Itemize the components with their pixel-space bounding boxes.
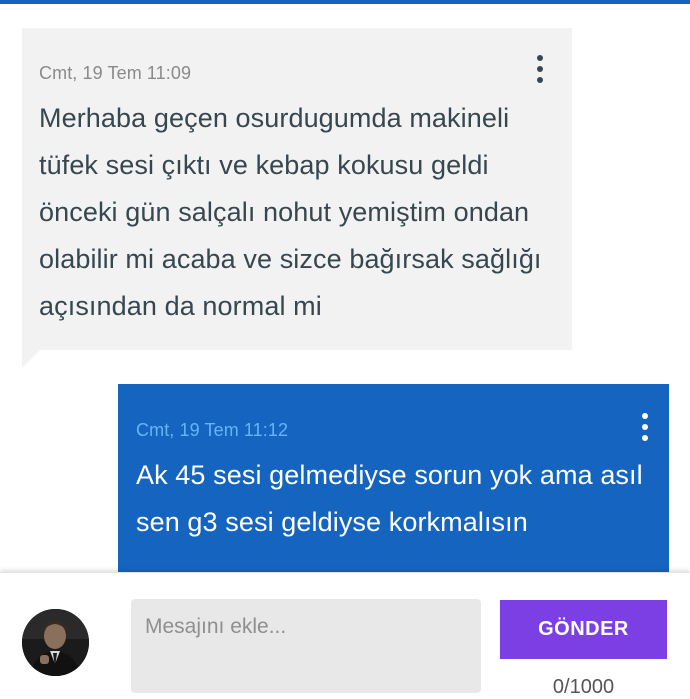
message-composer: GÖNDER 0/1000 <box>0 572 690 698</box>
character-counter: 0/1000 <box>552 676 615 698</box>
more-vertical-icon[interactable] <box>528 52 552 86</box>
message-text: Merhaba geçen osurdugumda makineli tüfek… <box>39 103 542 321</box>
avatar[interactable] <box>22 609 89 676</box>
more-vertical-icon[interactable] <box>633 410 657 444</box>
message-timestamp: Cmt, 19 Tem 11:09 <box>39 63 192 83</box>
top-accent-bar <box>0 0 690 4</box>
message-timestamp: Cmt, 19 Tem 11:12 <box>136 420 289 440</box>
sent-message-bubble: Cmt, 19 Tem 11:12 Ak 45 sesi gelmediyse … <box>118 384 669 584</box>
bubble-tail <box>22 350 40 368</box>
avatar-image <box>22 609 89 676</box>
received-message-bubble: Cmt, 19 Tem 11:09 Merhaba geçen osurdugu… <box>22 28 572 368</box>
message-input[interactable] <box>131 599 481 693</box>
message-text: Ak 45 sesi gelmediyse sorun yok ama asıl… <box>136 460 643 537</box>
send-button[interactable]: GÖNDER <box>500 600 667 659</box>
